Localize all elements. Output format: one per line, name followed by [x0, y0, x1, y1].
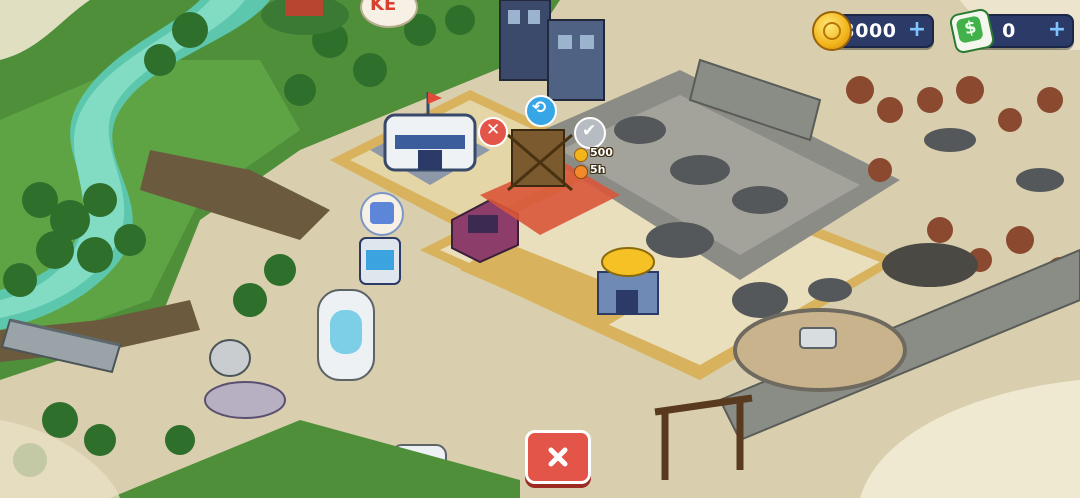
- upgrade-bubble[interactable]: [360, 192, 404, 236]
- cash-icon: [948, 7, 996, 55]
- rotate-marker[interactable]: ⟲: [525, 95, 557, 127]
- mine-building[interactable]: [597, 247, 659, 315]
- coin-cost-label: 500: [590, 146, 613, 159]
- coin-icon: [812, 11, 852, 51]
- add-coins-button[interactable]: +: [906, 19, 928, 42]
- close-icon: [548, 447, 568, 467]
- lightning-icon: [370, 202, 394, 224]
- game-map[interactable]: [0, 0, 1080, 498]
- add-cash-button[interactable]: +: [1046, 19, 1068, 42]
- arena: [733, 308, 907, 392]
- lab-capsule-building[interactable]: [317, 289, 375, 381]
- sign-label: KE: [370, 0, 397, 15]
- check-icon: ✔: [582, 121, 597, 141]
- cancel-marker[interactable]: ✕: [478, 117, 508, 147]
- coin-cost-icon: [574, 148, 588, 162]
- time-cost-label: 5h: [590, 163, 606, 176]
- clock-icon: [574, 165, 588, 179]
- refresh-icon: ⟲: [532, 98, 547, 118]
- confirm-marker[interactable]: ✔: [574, 117, 606, 149]
- close-button[interactable]: [525, 430, 591, 484]
- close-icon: ✕: [486, 120, 501, 140]
- teleporter-building[interactable]: [359, 237, 401, 285]
